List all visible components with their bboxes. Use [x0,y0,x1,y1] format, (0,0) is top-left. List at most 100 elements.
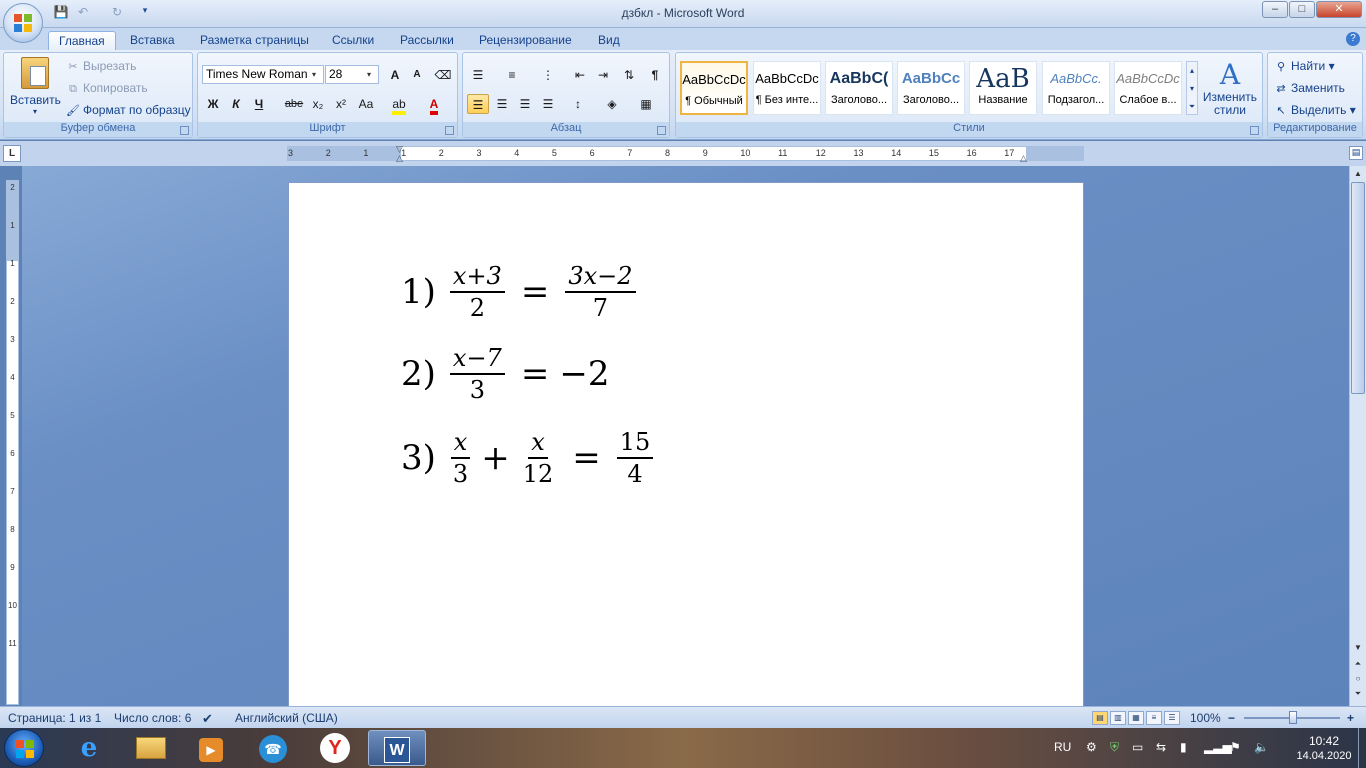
tab-view[interactable]: Вид [588,31,630,50]
ie-icon[interactable]: e [60,730,118,766]
increase-indent-icon[interactable]: ⇥ [592,65,614,85]
italic-button[interactable]: К [225,94,247,114]
clock[interactable]: 10:42 14.04.2020 [1294,734,1354,764]
tray-icon-1[interactable]: ⚙ [1086,740,1097,754]
proofing-icon[interactable]: ✔ [202,711,213,727]
change-styles-button[interactable]: A Изменить стили [1202,59,1258,117]
word-count[interactable]: Число слов: 6 [114,711,191,725]
align-center-icon[interactable]: ☰ [491,94,513,114]
clear-format-icon[interactable]: ⌫ [432,65,454,85]
line-spacing-icon[interactable]: ↕ [567,94,589,114]
explorer-icon[interactable] [122,730,180,766]
select-button[interactable]: ↖ Выделить ▾ [1274,103,1355,118]
media-player-icon[interactable]: ▶ [182,730,240,766]
styles-scroll[interactable]: ▴ ▾ ⏷ [1186,61,1198,115]
paragraph-dialog-launcher[interactable] [657,126,666,135]
tab-selector[interactable]: L [3,145,21,162]
style-subtitle[interactable]: AaBbCc. Подзагол... [1042,61,1110,115]
vertical-ruler[interactable]: 2 1 1 2 3 4 5 6 7 8 9 10 11 [6,180,19,705]
close-button[interactable]: ✕ [1316,1,1362,18]
tab-insert[interactable]: Вставка [120,31,185,50]
draft-view-icon[interactable]: ☰ [1164,711,1180,725]
style-normal[interactable]: AaBbCcDc ¶ Обычный [680,61,748,115]
minimize-button[interactable]: – [1262,1,1288,18]
start-button[interactable] [4,729,44,767]
scroll-down-icon[interactable]: ▼ [1352,642,1364,654]
subscript-button[interactable]: x₂ [307,94,329,114]
display-icon[interactable]: ▭ [1132,740,1143,754]
clipboard-tray-icon[interactable]: ▮ [1180,740,1187,754]
shading-icon[interactable]: ◈ [601,94,623,114]
cut-button[interactable]: ✂ Вырезать [66,59,136,74]
strikethrough-button[interactable]: abe [283,94,305,114]
vertical-scrollbar[interactable]: ▲ ▼ ⏶ ○ ⏷ [1349,166,1366,706]
flag-icon[interactable]: ⚑ [1230,740,1241,754]
bullets-icon[interactable]: ☰ [467,65,489,85]
right-indent-marker[interactable]: △ [1020,153,1027,164]
view-ruler-icon[interactable]: ▤ [1349,146,1363,160]
tab-review[interactable]: Рецензирование [469,31,582,50]
tab-home[interactable]: Главная [48,31,116,50]
font-size-select[interactable]: 28 ▾ [325,65,379,84]
sort-icon[interactable]: ⇅ [618,65,640,85]
borders-icon[interactable]: ▦ [635,94,657,114]
font-family-select[interactable]: Times New Roman ▾ [202,65,324,84]
paste-button[interactable]: Вставить ▾ [10,57,61,116]
equation-2[interactable]: 2) x−7 3 = −2 [401,339,619,409]
app-icon[interactable]: ☎ [244,730,302,766]
scroll-up-icon[interactable]: ▲ [1352,168,1364,180]
print-layout-view-icon[interactable]: ▤ [1092,711,1108,725]
show-formatting-button[interactable]: ¶ [644,65,666,85]
justify-icon[interactable]: ☰ [537,94,559,114]
zoom-in-button[interactable]: + [1347,711,1354,725]
align-right-icon[interactable]: ☰ [514,94,536,114]
web-layout-icon[interactable]: ▦ [1128,711,1144,725]
full-screen-reading-icon[interactable]: ▥ [1110,711,1126,725]
style-title[interactable]: AaB Название [969,61,1037,115]
change-case-button[interactable]: Aa [355,94,377,114]
shrink-font-button[interactable]: A [406,65,428,85]
browse-object-icon[interactable]: ○ [1352,673,1364,685]
font-color-icon[interactable]: A [423,94,445,115]
style-heading-1[interactable]: AaBbC(Заголово... [825,61,893,115]
grow-font-button[interactable]: A [384,65,406,85]
replace-button[interactable]: ⇄ Заменить [1274,81,1345,96]
styles-dialog-launcher[interactable] [1250,126,1259,135]
style-subtle-emphasis[interactable]: AaBbCcDc Слабое в... [1114,61,1182,115]
highlight-icon[interactable]: ab [388,94,410,115]
word-taskbar-icon[interactable]: W [368,730,426,766]
scrollbar-thumb[interactable] [1351,182,1365,394]
style-heading-2[interactable]: AaBbCc Заголово... [897,61,965,115]
format-painter-button[interactable]: 🖌 Формат по образцу [66,103,191,118]
maximize-button[interactable]: □ [1289,1,1315,18]
language-status[interactable]: Английский (США) [235,711,338,725]
numbering-icon[interactable]: ≡ [501,65,523,85]
style-no-spacing[interactable]: AaBbCcDc ¶ Без инте... [753,61,821,115]
zoom-slider-thumb[interactable] [1289,711,1297,724]
zoom-level[interactable]: 100% [1190,711,1221,725]
shield-icon[interactable]: ⛨ [1110,740,1119,755]
copy-button[interactable]: ⧉ Копировать [66,81,148,96]
superscript-button[interactable]: x² [330,94,352,114]
prev-page-icon[interactable]: ⏶ [1352,658,1364,670]
show-desktop-button[interactable] [1358,728,1366,768]
page-count[interactable]: Страница: 1 из 1 [8,711,101,725]
clipboard-dialog-launcher[interactable] [180,126,189,135]
align-left-icon[interactable]: ☰ [467,94,489,114]
left-indent-marker[interactable]: △ [396,153,403,164]
find-button[interactable]: ⚲ Найти ▾ [1274,59,1335,74]
tab-references[interactable]: Ссылки [322,31,384,50]
language-indicator[interactable]: RU [1054,740,1071,754]
volume-icon[interactable]: 🔈 [1254,740,1269,754]
equation-1[interactable]: 1) x+3 2 = 3x−2 7 [401,257,642,327]
underline-button[interactable]: Ч [248,94,270,114]
multilevel-list-icon[interactable]: ⋮ [537,65,559,85]
equation-3[interactable]: 3) x3 + x 12 = 15 4 [401,423,659,493]
tab-mailings[interactable]: Рассылки [390,31,464,50]
network-share-icon[interactable]: ⇆ [1156,740,1166,754]
decrease-indent-icon[interactable]: ⇤ [569,65,591,85]
office-button[interactable] [3,3,43,43]
document-page[interactable]: 1) x+3 2 = 3x−2 7 2) x−7 3 = −2 3) x3 + x 12… [288,182,1084,712]
outline-view-icon[interactable]: ≡ [1146,711,1162,725]
horizontal-ruler[interactable]: 3 2 1 1 2 3 4 5 6 7 8 9 10 11 12 13 14 15 16 17 ▽ △ △ [287,144,1084,164]
